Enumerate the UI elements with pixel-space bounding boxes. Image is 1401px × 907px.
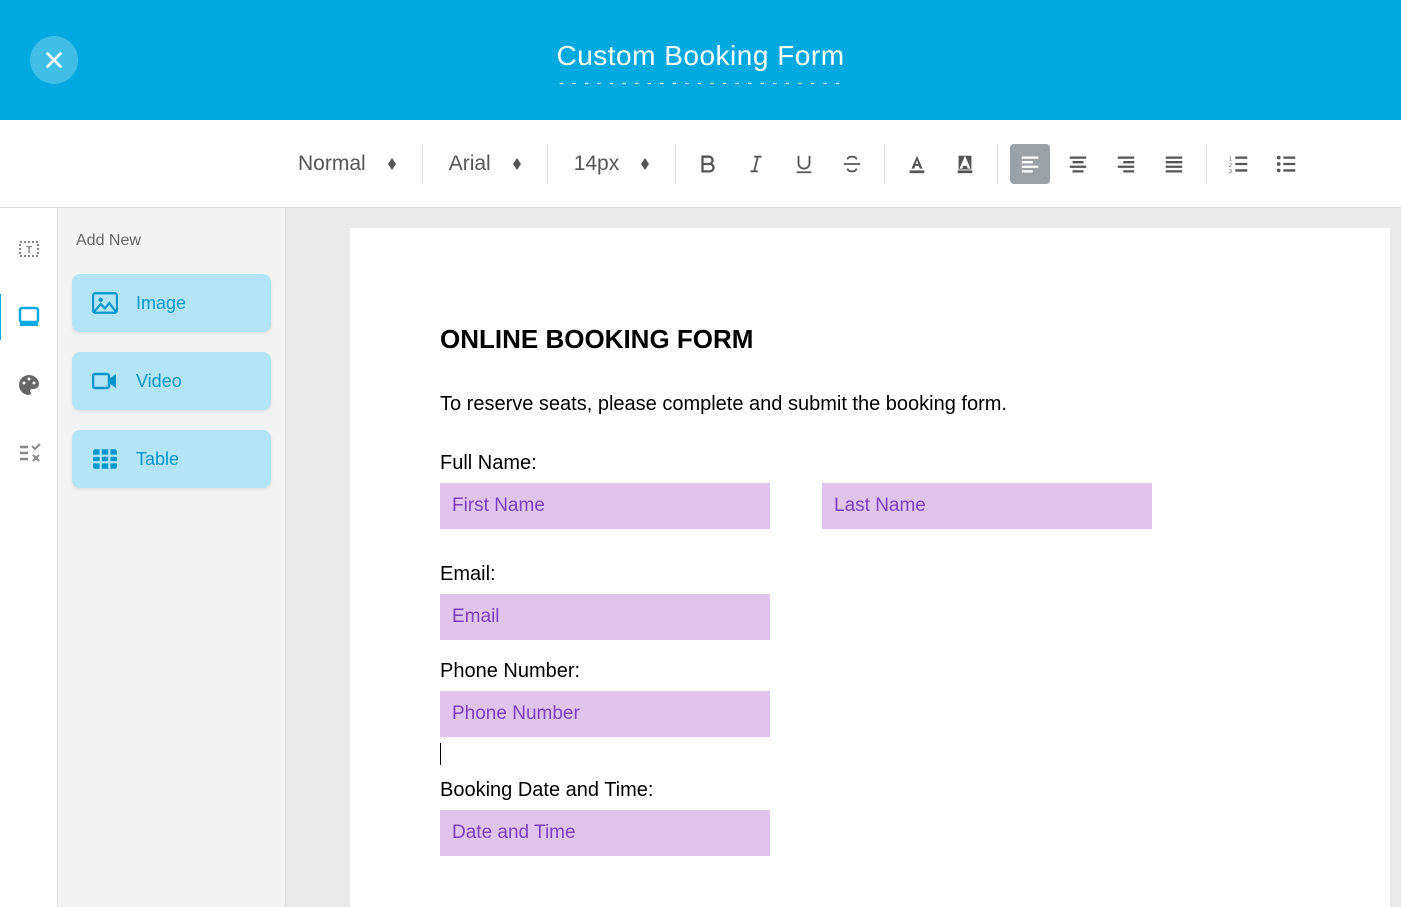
input-phone[interactable]: Phone Number [440,691,770,737]
label-booking[interactable]: Booking Date and Time: [440,779,1300,802]
header-bar: Custom Booking Form - - - - - - - - - - … [0,0,1401,120]
toolbar: Normal Arial 14px [0,120,1401,208]
unordered-list-icon [1276,153,1298,175]
strikethrough-icon [841,153,863,175]
checklist-icon [17,441,41,465]
title-underline: - - - - - - - - - - - - - - - - - - - - … [556,74,844,90]
input-first-name[interactable]: First Name [440,483,770,529]
text-box-icon: T [17,237,41,261]
table-icon [92,448,118,470]
page-title[interactable]: Custom Booking Form [556,40,844,72]
ordered-list-button[interactable]: 123 [1219,144,1259,184]
unordered-list-button[interactable] [1267,144,1307,184]
italic-button[interactable] [736,144,776,184]
ordered-list-icon: 123 [1228,153,1250,175]
align-right-button[interactable] [1106,144,1146,184]
rail-insert-tool[interactable] [14,302,44,332]
style-select[interactable]: Normal [280,142,414,186]
add-video-button[interactable]: Video [72,352,271,410]
input-email[interactable]: Email [440,594,770,640]
rail-text-tool[interactable]: T [14,234,44,264]
rail-checklist-tool[interactable] [14,438,44,468]
sort-icon [641,158,649,170]
align-left-icon [1019,153,1041,175]
doc-heading[interactable]: ONLINE BOOKING FORM [440,324,1300,355]
bold-button[interactable] [688,144,728,184]
label-email[interactable]: Email: [440,563,1300,586]
svg-text:2: 2 [1229,162,1232,168]
align-justify-icon [1163,153,1185,175]
sort-icon [388,158,396,170]
document-canvas[interactable]: ONLINE BOOKING FORM To reserve seats, pl… [350,228,1390,907]
canvas-area: ONLINE BOOKING FORM To reserve seats, pl… [286,208,1401,907]
strikethrough-button[interactable] [832,144,872,184]
highlight-icon [954,153,976,175]
rail-theme-tool[interactable] [14,370,44,400]
font-select[interactable]: Arial [431,142,539,186]
sort-icon [513,158,521,170]
underline-button[interactable] [784,144,824,184]
add-image-button[interactable]: Image [72,274,271,332]
italic-icon [745,153,767,175]
doc-intro[interactable]: To reserve seats, please complete and su… [440,393,1300,416]
left-rail: T [0,208,58,907]
bold-icon [697,153,719,175]
svg-text:3: 3 [1229,169,1232,175]
align-center-button[interactable] [1058,144,1098,184]
input-last-name[interactable]: Last Name [822,483,1152,529]
sidebar: Add New Image Video Table [58,208,286,907]
text-cursor [440,743,441,765]
align-center-icon [1067,153,1089,175]
image-icon [92,292,118,314]
close-icon [43,49,65,71]
label-full-name[interactable]: Full Name: [440,452,1300,475]
label-phone[interactable]: Phone Number: [440,660,1300,683]
add-table-button[interactable]: Table [72,430,271,488]
align-justify-button[interactable] [1154,144,1194,184]
underline-icon [793,153,815,175]
close-button[interactable] [30,36,78,84]
text-color-button[interactable] [897,144,937,184]
svg-text:1: 1 [1229,156,1232,162]
palette-icon [17,373,41,397]
align-right-icon [1115,153,1137,175]
sidebar-title: Add New [72,232,271,250]
align-left-button[interactable] [1010,144,1050,184]
size-select[interactable]: 14px [556,142,668,186]
svg-text:T: T [26,245,32,256]
input-datetime[interactable]: Date and Time [440,810,770,856]
insert-icon [17,305,41,329]
video-icon [92,370,118,392]
highlight-button[interactable] [945,144,985,184]
text-color-icon [906,153,928,175]
